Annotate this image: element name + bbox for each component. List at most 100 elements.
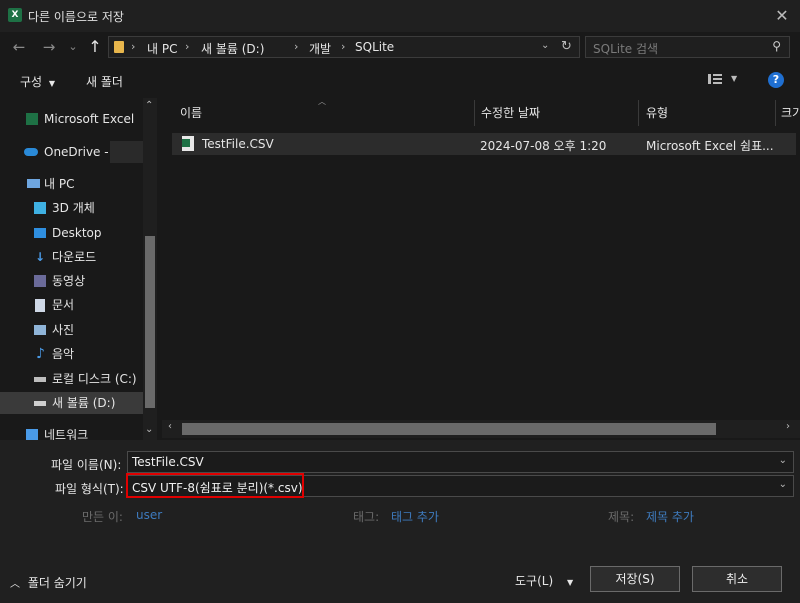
filename-field[interactable]: TestFile.CSV ⌄ — [127, 451, 794, 473]
chevron-down-icon[interactable]: ⌄ — [779, 455, 787, 466]
organize-label: 구성 — [20, 75, 43, 89]
author-value[interactable]: user — [136, 508, 162, 522]
filename-value: TestFile.CSV — [132, 455, 204, 469]
horizontal-scroll-thumb[interactable] — [182, 423, 716, 435]
folder-icon — [114, 41, 124, 53]
caret-down-icon: ▼ — [566, 578, 574, 587]
chevron-right-icon: › — [185, 40, 190, 53]
help-icon[interactable]: ? — [768, 72, 784, 88]
view-options-icon[interactable] — [708, 72, 722, 86]
sidebar-item-label: 네트워크 — [44, 428, 89, 440]
breadcrumb-sqlite[interactable]: SQLite — [355, 40, 394, 54]
sidebar-item-pc[interactable]: 내 PC — [0, 173, 142, 195]
file-modified: 2024-07-08 오후 1:20 — [480, 139, 607, 153]
refresh-icon[interactable]: ↻ — [561, 39, 572, 54]
file-type: Microsoft Excel 쉼표... — [646, 139, 774, 153]
scroll-right-icon[interactable]: › — [786, 421, 790, 432]
sidebar-item-downloads[interactable]: ↓ 다운로드 — [0, 246, 142, 268]
sidebar-item-label: 사진 — [52, 323, 75, 337]
sidebar-item-pictures[interactable]: 사진 — [0, 319, 142, 341]
sidebar-item-local-disk[interactable]: 로컬 디스크 (C:) — [0, 368, 142, 390]
breadcrumb-volume[interactable]: 새 볼륨 (D:) — [201, 40, 264, 57]
search-icon: ⚲ — [772, 39, 781, 53]
chevron-up-icon: ︿ — [10, 579, 20, 590]
sidebar-item-excel[interactable]: Microsoft Excel — [0, 108, 142, 130]
drive-icon — [34, 401, 46, 406]
breadcrumb-pc[interactable]: 내 PC — [147, 40, 177, 57]
title-value[interactable]: 제목 추가 — [646, 508, 694, 525]
pc-icon — [27, 179, 40, 188]
cube-icon — [34, 202, 46, 214]
new-folder-button[interactable]: 새 폴더 — [86, 73, 123, 90]
sidebar-item-label: 음악 — [52, 347, 75, 361]
chevron-right-icon: › — [341, 40, 346, 53]
sidebar-item-label: 내 PC — [44, 177, 75, 191]
tags-value[interactable]: 태그 추가 — [391, 508, 439, 525]
search-input[interactable]: SQLite 검색 ⚲ — [585, 36, 790, 58]
column-divider[interactable] — [775, 100, 776, 126]
back-icon[interactable]: ← — [8, 36, 30, 58]
sidebar-item-videos[interactable]: 동영상 — [0, 270, 142, 292]
column-header-type[interactable]: 유형 — [646, 100, 668, 126]
close-button[interactable]: ✕ — [770, 4, 794, 28]
sidebar-item-network[interactable]: 네트워크 — [0, 424, 142, 440]
chevron-down-icon[interactable]: ⌄ — [779, 479, 787, 490]
column-header-size[interactable]: 크기 — [781, 100, 800, 126]
column-divider[interactable] — [474, 100, 475, 126]
filename-label: 파일 이름(N): — [51, 458, 122, 472]
up-icon[interactable]: ↑ — [84, 36, 106, 58]
network-icon — [26, 429, 38, 440]
sidebar-item-label: Desktop — [52, 226, 102, 240]
drive-icon — [34, 377, 46, 382]
redacted-account — [110, 141, 144, 163]
chevron-right-icon: › — [131, 40, 136, 53]
sidebar-item-music[interactable]: ♪ 음악 — [0, 343, 142, 365]
recent-locations-icon[interactable]: ⌄ — [62, 36, 84, 58]
video-icon — [34, 275, 46, 287]
sidebar-item-onedrive[interactable]: OneDrive - — [0, 141, 144, 163]
column-divider[interactable] — [638, 100, 639, 126]
cloud-icon — [24, 148, 38, 156]
scroll-up-icon[interactable]: ⌃ — [145, 100, 153, 111]
chevron-down-icon[interactable]: ⌄ — [541, 40, 549, 51]
sidebar-scroll-thumb[interactable] — [145, 236, 155, 408]
hide-folders-button[interactable]: ︿ 폴더 숨기기 — [10, 574, 87, 591]
excel-icon — [26, 113, 38, 125]
window-title: 다른 이름으로 저장 — [28, 10, 124, 24]
address-bar[interactable]: › 내 PC › 새 볼륨 (D:) › 개발 › SQLite ⌄ ↻ — [108, 36, 580, 58]
sidebar-item-desktop[interactable]: Desktop — [0, 222, 142, 244]
sidebar-item-label: 동영상 — [52, 274, 86, 288]
cancel-button[interactable]: 취소 — [692, 566, 782, 592]
sidebar-item-3d-objects[interactable]: 3D 개체 — [0, 197, 142, 219]
document-icon — [35, 299, 45, 312]
navigation-pane: Microsoft Excel OneDrive - 내 PC 3D 개체 De… — [0, 98, 160, 440]
sidebar-item-volume-d[interactable]: 새 볼륨 (D:) — [0, 392, 143, 414]
sort-up-icon: ︿ — [318, 97, 326, 106]
tools-label: 도구(L) — [515, 574, 554, 588]
table-row[interactable]: TestFile.CSV 2024-07-08 오후 1:20 Microsof… — [172, 133, 796, 155]
column-header-modified[interactable]: 수정한 날짜 — [481, 100, 540, 126]
scroll-left-icon[interactable]: ‹ — [168, 421, 172, 432]
column-header-name[interactable]: 이름 — [180, 100, 202, 126]
highlight-box — [126, 473, 304, 498]
sidebar-item-documents[interactable]: 문서 — [0, 294, 142, 316]
chevron-right-icon: › — [294, 40, 299, 53]
title-label: 제목: — [608, 510, 635, 524]
caret-down-icon[interactable]: ▼ — [731, 74, 737, 83]
csv-file-icon — [182, 136, 194, 151]
tools-button[interactable]: 도구(L) ▼ — [515, 572, 573, 589]
save-button[interactable]: 저장(S) — [590, 566, 680, 592]
sidebar-item-label: 문서 — [52, 298, 75, 312]
organize-button[interactable]: 구성 ▼ — [20, 73, 55, 90]
picture-icon — [34, 325, 46, 335]
filetype-label: 파일 형식(T): — [55, 482, 124, 496]
scroll-down-icon[interactable]: ⌄ — [145, 424, 153, 435]
sidebar-item-label: 새 볼륨 (D:) — [52, 396, 116, 410]
sidebar-item-label: 로컬 디스크 (C:) — [52, 372, 137, 386]
file-name: TestFile.CSV — [202, 137, 274, 151]
forward-icon[interactable]: → — [38, 36, 60, 58]
sidebar-item-label: Microsoft Excel — [44, 112, 135, 126]
breadcrumb-dev[interactable]: 개발 — [309, 40, 331, 57]
music-icon: ♪ — [36, 346, 45, 362]
desktop-icon — [34, 228, 46, 238]
